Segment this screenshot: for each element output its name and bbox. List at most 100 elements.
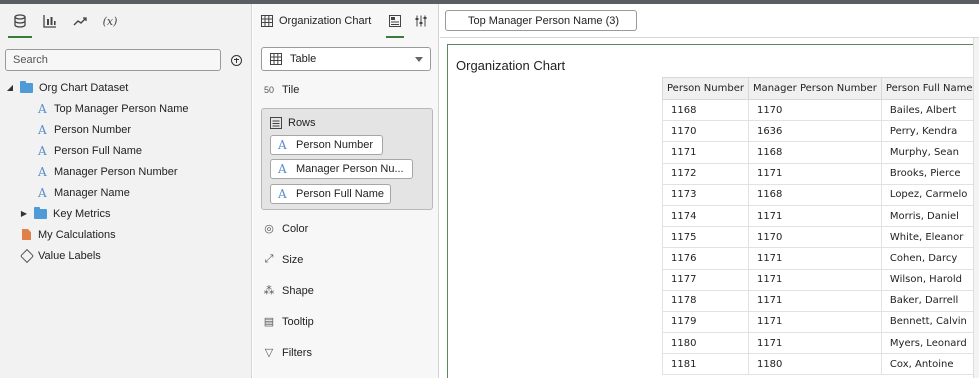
table-row[interactable]: 1181 1180 Cox, Antoine bbox=[662, 353, 978, 376]
grammar-panel: Organization Chart Table 50 Tile Rows A … bbox=[253, 4, 439, 378]
resize-icon: ⤢ bbox=[264, 253, 274, 265]
attribute-icon: A bbox=[38, 122, 47, 137]
rows-pill[interactable]: A Manager Person Nu... bbox=[270, 159, 413, 179]
table-row[interactable]: 1175 1170 White, Eleanor bbox=[662, 226, 978, 249]
expressions-tab[interactable]: (x) bbox=[98, 9, 122, 33]
folder-icon bbox=[20, 80, 33, 93]
table-row[interactable]: 1168 1170 Bailes, Albert bbox=[662, 98, 978, 122]
table-row[interactable]: 1173 1168 Lopez, Carmelo bbox=[662, 183, 978, 206]
sliders-icon bbox=[415, 15, 427, 27]
table-row[interactable]: 1180 1171 Myers, Leonard bbox=[662, 332, 978, 355]
table-row[interactable]: 1171 1168 Murphy, Sean bbox=[662, 141, 978, 164]
canvas-scrollbar[interactable] bbox=[973, 38, 979, 378]
tree-item-key-metrics[interactable]: ▶ Key Metrics bbox=[0, 203, 252, 224]
size-drop-target[interactable]: ⤢ Size bbox=[261, 253, 304, 266]
search-row bbox=[5, 49, 242, 71]
attribute-icon: A bbox=[278, 138, 287, 152]
tree-item-column[interactable]: A Manager Name bbox=[0, 182, 252, 203]
analytics-tab[interactable] bbox=[68, 9, 92, 33]
table-cell: 1181 bbox=[662, 353, 749, 376]
pill-label: Person Full Name bbox=[296, 188, 385, 200]
rows-label: Rows bbox=[288, 117, 316, 129]
tooltip-drop-target[interactable]: ▤ Tooltip bbox=[261, 315, 314, 329]
tile-drop-target[interactable]: 50 Tile bbox=[261, 84, 299, 96]
color-drop-target[interactable]: ◎ Color bbox=[261, 222, 309, 236]
viz-type-select[interactable]: Table bbox=[261, 47, 431, 71]
rows-header: Rows bbox=[270, 117, 316, 129]
rows-pill[interactable]: A Person Full Name bbox=[270, 184, 391, 204]
rows-pill[interactable]: A Person Number bbox=[270, 135, 383, 155]
data-table: Person Number Manager Person Number Pers… bbox=[662, 77, 978, 376]
rows-icon bbox=[270, 117, 282, 129]
shape-label: Shape bbox=[282, 284, 314, 297]
table-cell: 1177 bbox=[662, 268, 749, 291]
tooltip-label: Tooltip bbox=[282, 315, 314, 328]
visualizations-tab[interactable] bbox=[38, 9, 62, 33]
table-cell: 1171 bbox=[747, 162, 882, 185]
table-cell: 1170 bbox=[662, 120, 749, 143]
tile-label: Tile bbox=[282, 84, 300, 96]
tree-item-label: Value Labels bbox=[38, 249, 101, 262]
tree-item-label: Org Chart Dataset bbox=[39, 81, 129, 94]
table-cell: Cohen, Darcy bbox=[880, 247, 978, 270]
tree-item-column[interactable]: A Manager Person Number bbox=[0, 161, 252, 182]
rows-drop-target[interactable]: Rows A Person Number A Manager Person Nu… bbox=[261, 108, 433, 210]
table-cell: Myers, Leonard bbox=[880, 332, 978, 355]
table-cell: Morris, Daniel bbox=[880, 204, 978, 228]
pill-label: Manager Person Nu... bbox=[296, 163, 404, 175]
attribute-icon: A bbox=[278, 162, 287, 176]
table-row[interactable]: 1178 1171 Baker, Darrell bbox=[662, 289, 978, 312]
canvas-area: Top Manager Person Name (3) Organization… bbox=[440, 4, 979, 378]
palette-icon: ◎ bbox=[264, 223, 274, 235]
tooltip-icon: ▤ bbox=[263, 316, 275, 328]
add-data-icon[interactable] bbox=[231, 54, 242, 66]
visualization-frame[interactable]: Organization Chart Person Number Manager… bbox=[447, 44, 978, 378]
table-cell: 1180 bbox=[662, 332, 749, 355]
attribute-icon: A bbox=[278, 187, 287, 201]
tree-item-label: Person Number bbox=[54, 123, 132, 136]
attribute-icon: A bbox=[38, 101, 47, 116]
search-input[interactable] bbox=[5, 49, 221, 71]
attribute-icon: A bbox=[38, 185, 47, 200]
shape-drop-target[interactable]: ⁂ Shape bbox=[261, 284, 314, 298]
tree-item-column[interactable]: A Person Number bbox=[0, 119, 252, 140]
table-cell: 1168 bbox=[662, 98, 749, 122]
visualizations-icon bbox=[43, 15, 56, 28]
data-tab[interactable] bbox=[8, 9, 32, 38]
column-header[interactable]: Person Full Name bbox=[880, 77, 978, 100]
calculation-icon bbox=[22, 229, 31, 240]
table-cell: 1180 bbox=[747, 353, 882, 376]
table-row[interactable]: 1174 1171 Morris, Daniel bbox=[662, 204, 978, 228]
expressions-icon: (x) bbox=[102, 14, 118, 28]
table-icon bbox=[261, 15, 273, 27]
tree-item-dataset[interactable]: ◢ Org Chart Dataset bbox=[0, 77, 252, 98]
filter-icon: ▽ bbox=[264, 347, 274, 359]
attribute-icon: A bbox=[38, 164, 47, 179]
table-cell: 1172 bbox=[662, 162, 749, 185]
properties-tab[interactable] bbox=[414, 14, 428, 28]
caret-down-icon[interactable]: ◢ bbox=[6, 83, 14, 92]
filters-drop-target[interactable]: ▽ Filters bbox=[261, 346, 312, 360]
table-row[interactable]: 1170 1636 Perry, Kendra bbox=[662, 120, 978, 143]
grammar-tab[interactable] bbox=[386, 14, 404, 38]
table-row[interactable]: 1176 1171 Cohen, Darcy bbox=[662, 247, 978, 270]
tree-item-value-labels[interactable]: Value Labels bbox=[0, 245, 252, 266]
table-cell: 1168 bbox=[747, 141, 882, 164]
tree-item-label: Person Full Name bbox=[54, 144, 143, 157]
caret-right-icon[interactable]: ▶ bbox=[20, 209, 28, 218]
table-row[interactable]: 1172 1171 Brooks, Pierce bbox=[662, 162, 978, 185]
tree-item-label: My Calculations bbox=[38, 228, 116, 241]
column-header[interactable]: Person Number bbox=[662, 77, 749, 100]
folder-icon bbox=[34, 206, 47, 219]
tree-item-my-calculations[interactable]: My Calculations bbox=[0, 224, 252, 245]
tree-item-column[interactable]: A Person Full Name bbox=[0, 140, 252, 161]
table-row[interactable]: 1179 1171 Bennett, Calvin bbox=[662, 310, 978, 334]
color-label: Color bbox=[282, 222, 309, 235]
tree-item-column[interactable]: A Top Manager Person Name bbox=[0, 98, 252, 119]
column-header[interactable]: Manager Person Number bbox=[747, 77, 882, 100]
table-cell: Murphy, Sean bbox=[880, 141, 978, 164]
table-row[interactable]: 1177 1171 Wilson, Harold bbox=[662, 268, 978, 291]
grammar-header: Organization Chart bbox=[253, 4, 438, 38]
filter-pill[interactable]: Top Manager Person Name (3) bbox=[445, 10, 638, 31]
table-cell: Lopez, Carmelo bbox=[880, 183, 978, 206]
